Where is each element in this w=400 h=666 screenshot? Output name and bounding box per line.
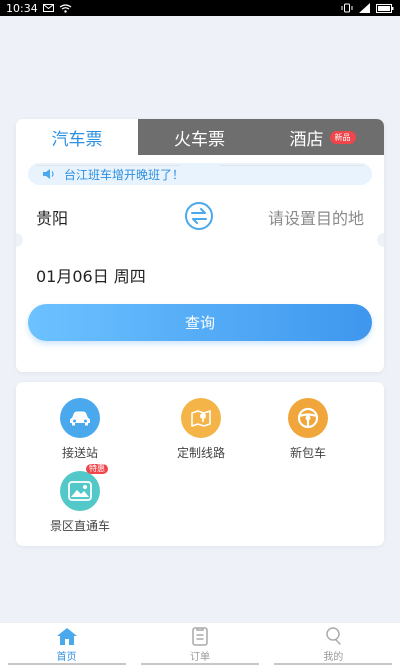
service-pickup[interactable]: 接送站 bbox=[35, 398, 125, 461]
nav-label: 首页 bbox=[56, 652, 77, 663]
nav-underline bbox=[7, 663, 126, 665]
service-custom-route[interactable]: 定制线路 bbox=[156, 398, 246, 461]
steering-wheel-icon bbox=[288, 398, 328, 438]
battery-icon bbox=[376, 3, 394, 13]
new-badge: 新品 bbox=[329, 130, 356, 144]
tab-hotel[interactable]: 酒店 新品 bbox=[261, 119, 384, 155]
nav-profile[interactable]: 我的 bbox=[267, 623, 400, 666]
destination-field[interactable]: 请设置目的地 bbox=[268, 205, 364, 229]
ticket-notch bbox=[377, 233, 384, 247]
profile-icon bbox=[326, 627, 342, 645]
divider bbox=[36, 165, 180, 166]
notice-banner[interactable]: 台江班车增开晚班了！ bbox=[28, 163, 372, 185]
order-icon bbox=[192, 627, 208, 646]
map-pin-icon bbox=[181, 398, 221, 438]
tab-bus-ticket[interactable]: 汽车票 bbox=[16, 119, 138, 155]
vibrate-icon bbox=[341, 3, 353, 13]
service-charter[interactable]: 新包车 bbox=[263, 398, 353, 461]
service-label: 接送站 bbox=[61, 446, 98, 460]
tab-label: 酒店 bbox=[289, 129, 324, 150]
notice-text: 台江班车增开晚班了！ bbox=[64, 167, 185, 182]
scenery-icon: 特惠 bbox=[60, 464, 108, 511]
search-button[interactable]: 查询 bbox=[28, 304, 372, 341]
mail-icon bbox=[42, 4, 54, 12]
nav-label: 我的 bbox=[323, 652, 344, 663]
ticket-tabs: 汽车票 火车票 酒店 新品 bbox=[16, 119, 384, 155]
bottom-nav: 首页 订单 我的 bbox=[0, 622, 400, 666]
departure-city[interactable]: 贵阳 bbox=[36, 205, 68, 229]
tab-label: 火车票 bbox=[174, 129, 225, 150]
nav-home[interactable]: 首页 bbox=[0, 623, 133, 666]
route-row: 贵阳 请设置目的地 bbox=[16, 195, 384, 241]
divider bbox=[220, 165, 364, 166]
tab-train-ticket[interactable]: 火车票 bbox=[138, 119, 261, 155]
speaker-icon bbox=[43, 169, 54, 179]
service-label: 定制线路 bbox=[176, 446, 225, 460]
wifi-icon bbox=[59, 3, 72, 13]
status-time: 10:34 bbox=[6, 1, 38, 15]
status-bar: 10:34 bbox=[0, 0, 400, 16]
nav-underline bbox=[140, 663, 259, 665]
nav-underline bbox=[274, 663, 393, 665]
booking-card: 汽车票 火车票 酒店 新品 台江班车增开晚班了！ 贵阳 请设置目的地 01月06… bbox=[16, 119, 384, 372]
car-icon bbox=[60, 398, 100, 438]
services-card: 接送站 定制线路 新包车 特惠 景区直通车 bbox=[16, 382, 384, 546]
nav-orders[interactable]: 订单 bbox=[133, 623, 266, 666]
service-label: 新包车 bbox=[289, 446, 326, 460]
signal-icon bbox=[359, 3, 370, 13]
special-offer-badge: 特惠 bbox=[86, 464, 108, 474]
tab-label: 汽车票 bbox=[51, 129, 103, 150]
swap-icon[interactable] bbox=[184, 201, 214, 231]
home-icon bbox=[56, 628, 77, 645]
service-scenic-shuttle[interactable]: 特惠 景区直通车 bbox=[35, 464, 125, 534]
service-label: 景区直通车 bbox=[49, 519, 110, 533]
nav-label: 订单 bbox=[189, 652, 210, 663]
date-selector[interactable]: 01月06日 周四 bbox=[36, 263, 146, 287]
